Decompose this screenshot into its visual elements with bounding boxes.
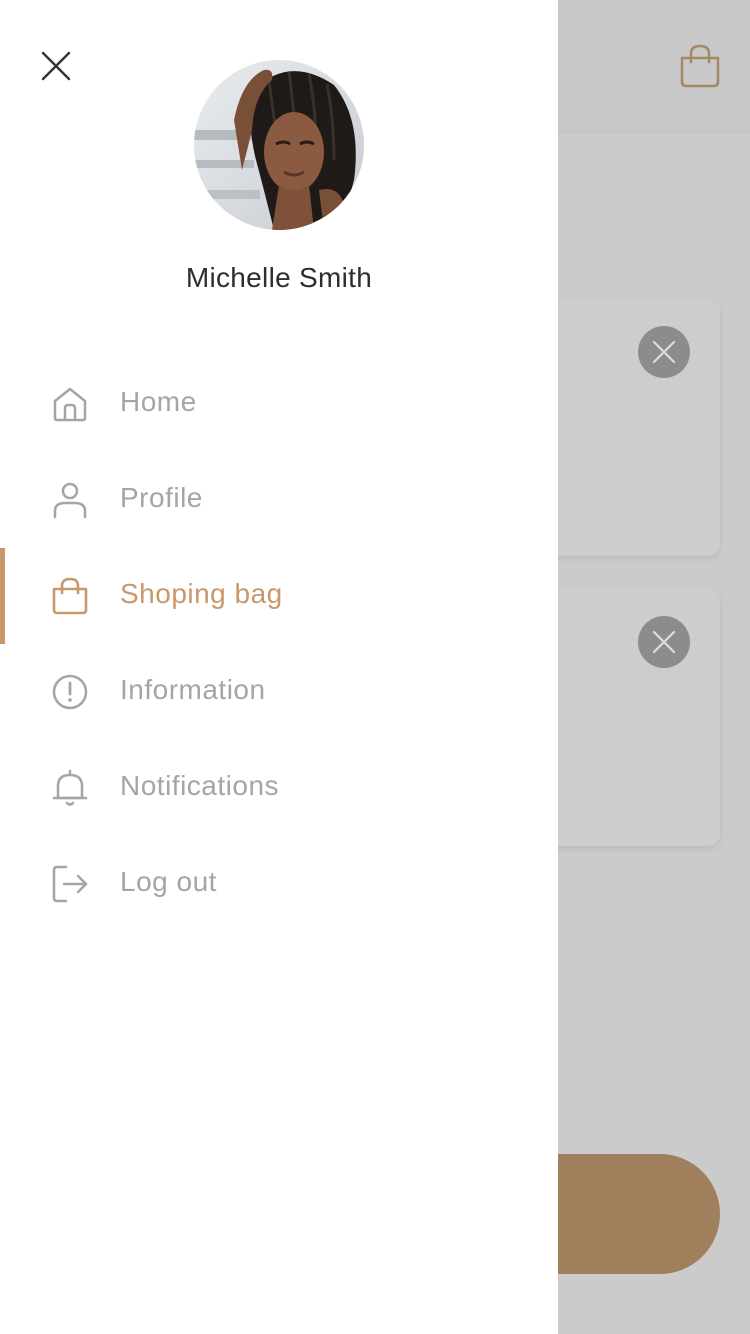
close-icon [41, 51, 71, 81]
menu-item-label: Information [120, 674, 266, 705]
drawer-menu: Home Profile Shoping bag Information Not… [0, 356, 558, 932]
info-icon [48, 672, 92, 712]
side-drawer: Michelle Smith Home Profile Shoping bag … [0, 0, 558, 1334]
user-icon [48, 480, 92, 520]
close-drawer-button[interactable] [34, 44, 78, 88]
menu-item-logout[interactable]: Log out [0, 836, 558, 932]
active-indicator [0, 548, 5, 644]
menu-item-notifications[interactable]: Notifications [0, 740, 558, 836]
close-icon [652, 630, 676, 654]
logout-icon [48, 864, 92, 904]
close-icon [652, 340, 676, 364]
menu-item-label: Notifications [120, 770, 280, 801]
menu-item-home[interactable]: Home [0, 356, 558, 452]
menu-item-profile[interactable]: Profile [0, 452, 558, 548]
remove-item-button[interactable] [638, 326, 690, 378]
shopping-bag-icon[interactable] [676, 42, 724, 90]
avatar[interactable] [194, 60, 364, 230]
remove-item-button[interactable] [638, 616, 690, 668]
menu-item-information[interactable]: Information [0, 644, 558, 740]
menu-item-label: Shoping bag [120, 578, 283, 609]
menu-item-label: Home [120, 386, 197, 417]
user-name: Michelle Smith [185, 262, 373, 293]
menu-item-label: Profile [120, 482, 203, 513]
avatar-photo [194, 60, 364, 230]
menu-item-label: Log out [120, 866, 217, 897]
app-screen: Michelle Smith Home Profile Shoping bag … [0, 0, 750, 1334]
home-icon [48, 384, 92, 424]
shopping-bag-icon [48, 576, 92, 616]
bell-icon [48, 768, 92, 808]
menu-item-shopping-bag[interactable]: Shoping bag [0, 548, 558, 644]
